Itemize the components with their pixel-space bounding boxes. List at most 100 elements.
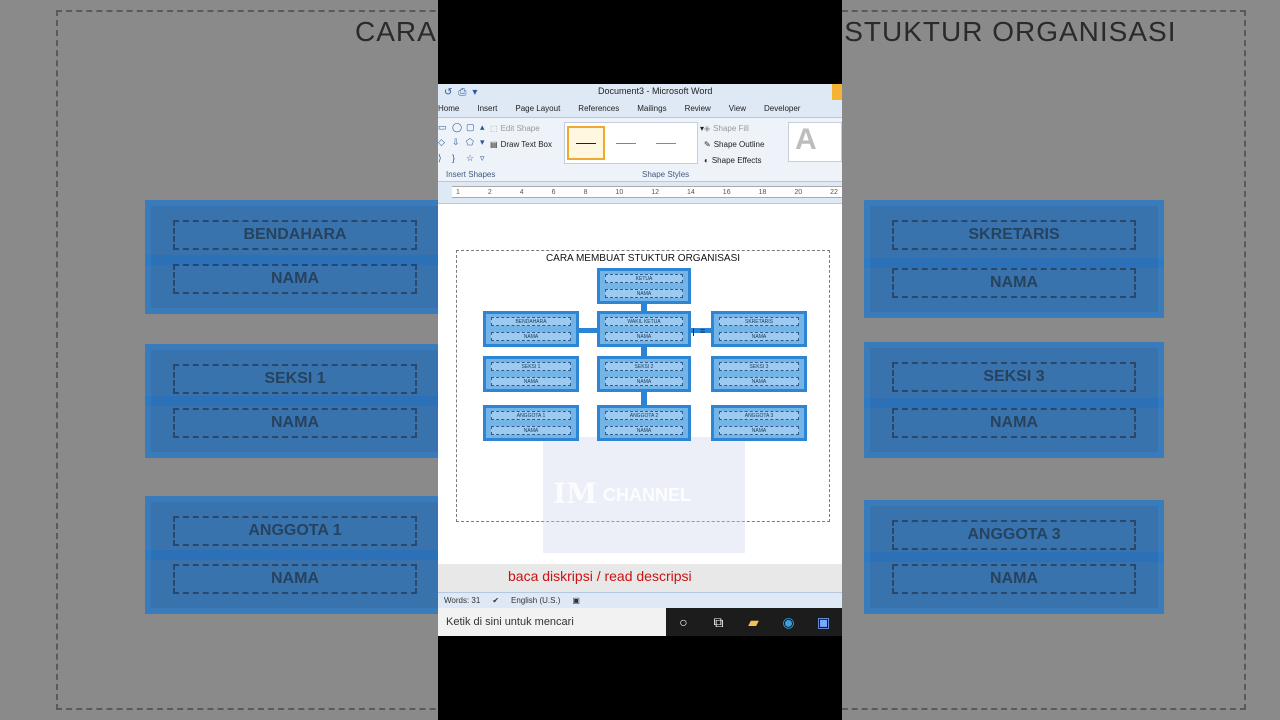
shape-style-red[interactable]	[647, 126, 685, 160]
document-page[interactable]: CARA MEMBUAT STUKTUR ORGANISASI IM CHANN…	[438, 208, 842, 564]
brace-shape-icon[interactable]: }	[452, 153, 464, 166]
shape-effects-label: Shape Effects	[711, 156, 762, 165]
org-box-title: SKRETARIS	[719, 317, 799, 326]
tab-mailings[interactable]: Mailings	[637, 104, 666, 113]
watermark-logo: IM	[553, 477, 598, 510]
background-box-name: NAMA	[173, 264, 417, 294]
ruler-tick: 22	[830, 188, 838, 196]
background-box: SKRETARIS NAMA	[864, 200, 1164, 318]
layout-options-icon[interactable]: ≡	[700, 326, 705, 336]
pentagon-shape-icon[interactable]: ⬠	[466, 137, 478, 150]
draw-text-box-label: Draw Text Box	[500, 140, 552, 149]
org-box-anggota-1[interactable]: ANGGOTA 1 NAMA	[483, 405, 579, 441]
org-box-ketua[interactable]: KETUA NAMA	[597, 268, 691, 304]
org-box-wakil-ketua[interactable]: WAKIL KETUA NAMA	[597, 311, 691, 347]
ruler-tick: 14	[687, 188, 695, 196]
shape-style-dark[interactable]	[567, 126, 605, 160]
window-title: Document3 - Microsoft Word	[598, 86, 713, 96]
redo-icon[interactable]: ↺	[444, 87, 452, 98]
print-preview-icon[interactable]: ⎙	[458, 87, 466, 98]
ruler-tick: 1	[456, 188, 460, 196]
tab-developer[interactable]: Developer	[764, 104, 800, 113]
tab-review[interactable]: Review	[685, 104, 711, 113]
shapes-gallery[interactable]: ▭ ◯ ▢ ▴ ◇ ⇩ ⬠ ▾ ⟩ } ☆ ▿	[438, 122, 488, 166]
org-box-anggota-3[interactable]: ANGGOTA 3 NAMA	[711, 405, 807, 441]
org-box-name: NAMA	[719, 377, 799, 386]
org-box-title: KETUA	[605, 274, 683, 283]
background-box: BENDAHARA NAMA	[145, 200, 438, 314]
background-left: CARA MEMBUAT STUKTUR ORGANISASI BENDAHAR…	[0, 0, 438, 720]
org-box-title: BENDAHARA	[491, 317, 571, 326]
org-box-name: NAMA	[491, 426, 571, 435]
background-box-name: NAMA	[173, 564, 417, 594]
org-box-title: ANGGOTA 1	[491, 411, 571, 420]
tab-insert[interactable]: Insert	[477, 104, 497, 113]
video-caption: baca diskripsi / read descripsi	[508, 568, 692, 584]
org-box-name: NAMA	[605, 377, 683, 386]
taskbar-search-input[interactable]: Ketik di sini untuk mencari	[438, 608, 666, 636]
cortana-icon[interactable]: ○	[666, 608, 701, 636]
effects-icon: ◐	[704, 156, 709, 165]
org-box-title: WAKIL KETUA	[605, 317, 683, 326]
background-box: SEKSI 1 NAMA	[145, 344, 438, 458]
background-title: CARA MEMBUAT STUKTUR ORGANISASI	[842, 16, 1177, 47]
rectangle-shape-icon[interactable]: ▭	[438, 122, 450, 135]
file-explorer-icon[interactable]: ▰	[736, 608, 771, 636]
text-cursor-icon: Ⅰ	[692, 328, 695, 339]
bracket-shape-icon[interactable]: ⟩	[438, 153, 450, 166]
format-tab-badge[interactable]	[832, 84, 842, 100]
arrow-down-shape-icon[interactable]: ⇩	[452, 137, 464, 150]
macro-record-icon[interactable]: ▣	[572, 596, 580, 605]
background-title: CARA MEMBUAT STUKTUR ORGANISASI	[355, 16, 438, 47]
app-icon[interactable]: ▣	[806, 608, 841, 636]
org-box-anggota-2[interactable]: ANGGOTA 2 NAMA	[597, 405, 691, 441]
shape-outline-button[interactable]: ✎ Shape Outline	[704, 140, 764, 149]
background-box-label: SKRETARIS	[892, 220, 1136, 250]
ruler-tick: 4	[519, 188, 524, 196]
rounded-rect-shape-icon[interactable]: ▢	[466, 122, 478, 135]
wordart-letter: A	[795, 123, 817, 156]
org-box-name: NAMA	[719, 426, 799, 435]
org-box-seksi-3[interactable]: SEKSI 3 NAMA	[711, 356, 807, 392]
customize-toolbar-icon[interactable]: ▾	[472, 87, 477, 98]
org-box-seksi-2[interactable]: SEKSI 2 NAMA	[597, 356, 691, 392]
background-box-name: NAMA	[892, 268, 1136, 298]
tab-references[interactable]: References	[578, 104, 619, 113]
tab-home[interactable]: Home	[438, 104, 459, 113]
edit-shape-button[interactable]: ⬚ Edit Shape	[490, 124, 540, 133]
shape-effects-button[interactable]: ◐ Shape Effects	[704, 156, 762, 165]
tab-page-layout[interactable]: Page Layout	[515, 104, 560, 113]
org-box-bendahara[interactable]: BENDAHARA NAMA	[483, 311, 579, 347]
star-shape-icon[interactable]: ☆	[466, 153, 478, 166]
org-box-skretaris[interactable]: SKRETARIS NAMA	[711, 311, 807, 347]
word-count[interactable]: Words: 31	[444, 596, 480, 605]
edge-browser-icon[interactable]: ◉	[771, 608, 806, 636]
drawing-canvas[interactable]: CARA MEMBUAT STUKTUR ORGANISASI IM CHANN…	[456, 250, 830, 553]
diamond-shape-icon[interactable]: ◇	[438, 137, 450, 150]
gallery-expand-icon[interactable]: ▿	[480, 153, 492, 166]
background-box-label: SEKSI 1	[173, 364, 417, 394]
insert-shapes-group-label: Insert Shapes	[446, 170, 496, 179]
org-box-name: NAMA	[491, 377, 571, 386]
task-view-icon[interactable]: ⧉	[701, 608, 736, 636]
wordart-gallery[interactable]: A	[788, 122, 842, 162]
document-heading[interactable]: CARA MEMBUAT STUKTUR ORGANISASI	[457, 253, 829, 264]
ruler-tick: 2	[487, 188, 492, 196]
oval-shape-icon[interactable]: ◯	[452, 122, 464, 135]
language-indicator[interactable]: English (U.S.)	[511, 596, 560, 605]
edit-shape-label: Edit Shape	[500, 124, 540, 133]
tab-view[interactable]: View	[729, 104, 746, 113]
horizontal-ruler[interactable]: 1 2 4 6 8 10 12 14 16 18 20 22	[438, 182, 842, 204]
ruler-tick: 20	[794, 188, 803, 196]
draw-text-box-button[interactable]: ▤ Draw Text Box	[490, 140, 552, 149]
shape-fill-button[interactable]: ◈ Shape Fill	[704, 124, 749, 133]
ribbon: ▭ ◯ ▢ ▴ ◇ ⇩ ⬠ ▾ ⟩ } ☆ ▿ ⬚ Edit Shape ▤ D…	[438, 118, 842, 182]
background-box-name: NAMA	[173, 408, 417, 438]
org-box-name: NAMA	[491, 332, 571, 341]
shape-style-blue[interactable]	[607, 126, 645, 160]
org-box-seksi-1[interactable]: SEKSI 1 NAMA	[483, 356, 579, 392]
proofing-icon[interactable]: ✔	[492, 596, 499, 605]
text-box-icon: ▤	[490, 140, 498, 149]
ruler-scale: 1 2 4 6 8 10 12 14 16 18 20 22	[452, 186, 842, 198]
background-box: SEKSI 3 NAMA	[864, 342, 1164, 458]
